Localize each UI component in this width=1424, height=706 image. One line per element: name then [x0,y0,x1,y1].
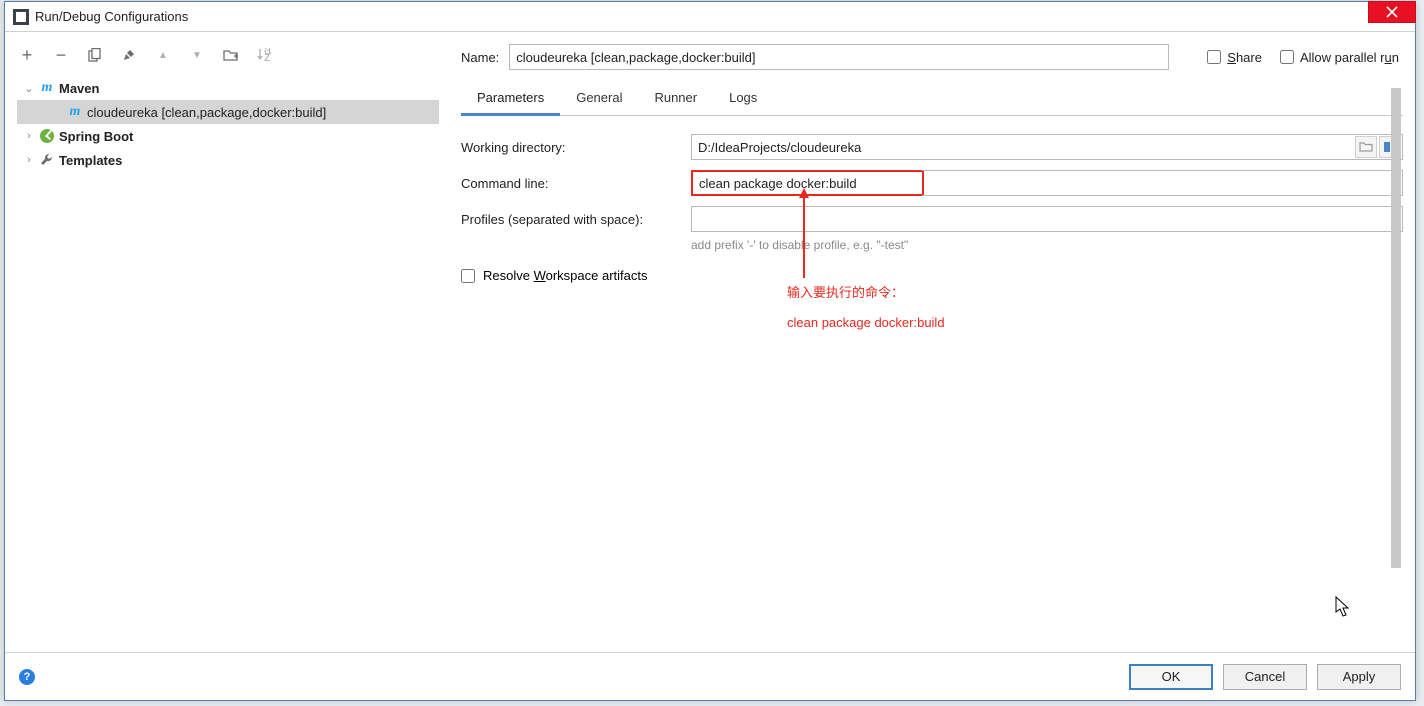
config-detail-pane: Name: Share Allow parallel run Parameter… [439,40,1403,652]
command-line-input[interactable] [691,170,924,196]
profiles-hint: add prefix '-' to disable profile, e.g. … [691,238,1403,252]
share-checkbox[interactable]: Share [1207,50,1262,65]
expand-icon[interactable]: ⌄ [23,82,35,95]
tab-logs[interactable]: Logs [713,82,773,115]
scrollbar-thumb[interactable] [1391,88,1401,568]
tree-node-maven-child[interactable]: m cloudeureka [clean,package,docker:buil… [17,100,439,124]
move-up-icon[interactable]: ▲ [155,47,171,63]
allow-parallel-label: Allow parallel run [1300,50,1399,65]
resolve-workspace-checkbox-input[interactable] [461,269,475,283]
share-label: Share [1227,50,1262,65]
profiles-input[interactable] [691,206,1403,232]
window-title: Run/Debug Configurations [35,9,1368,24]
maven-icon: m [67,104,83,120]
working-directory-input[interactable] [691,134,1403,160]
tree-node-spring-boot[interactable]: › Spring Boot [17,124,439,148]
profiles-label: Profiles (separated with space): [461,212,691,227]
svg-text:z: z [264,49,271,62]
tree-label: cloudeureka [clean,package,docker:build] [87,105,326,120]
help-icon[interactable]: ? [19,669,35,685]
annotation-text: 输入要执行的命令： clean package docker:build [787,278,945,338]
dialog-window: Run/Debug Configurations + − ▲ ▼ [4,1,1416,701]
sidebar-toolbar: + − ▲ ▼ az [17,40,439,74]
browse-folder-icon[interactable] [1355,136,1377,158]
expand-icon[interactable]: › [23,154,35,166]
tab-runner[interactable]: Runner [638,82,713,115]
scrollbar[interactable] [1391,88,1401,568]
tree-label: Templates [59,153,122,168]
annotation-line2: clean package docker:build [787,308,945,338]
tree-node-templates[interactable]: › Templates [17,148,439,172]
expand-icon[interactable]: › [23,130,35,142]
move-down-icon[interactable]: ▼ [189,47,205,63]
copy-config-icon[interactable] [87,47,103,63]
command-line-label: Command line: [461,176,691,191]
titlebar: Run/Debug Configurations [5,2,1415,32]
tree-label: Maven [59,81,99,96]
window-close-button[interactable] [1368,1,1416,23]
apply-button[interactable]: Apply [1317,664,1401,690]
cancel-button[interactable]: Cancel [1223,664,1307,690]
mouse-cursor-icon [1335,596,1353,618]
working-directory-label: Working directory: [461,140,691,155]
remove-config-icon[interactable]: − [53,47,69,63]
tree-node-maven[interactable]: ⌄ m Maven [17,76,439,100]
tab-parameters[interactable]: Parameters [461,82,560,115]
config-tree: ⌄ m Maven m cloudeureka [clean,package,d… [17,74,439,652]
app-icon [13,9,29,25]
add-config-icon[interactable]: + [19,47,35,63]
wrench-icon [39,152,55,168]
configurations-sidebar: + − ▲ ▼ az ⌄ m [17,40,439,652]
tab-general[interactable]: General [560,82,638,115]
allow-parallel-checkbox-input[interactable] [1280,50,1294,64]
share-checkbox-input[interactable] [1207,50,1221,64]
ok-button[interactable]: OK [1129,664,1213,690]
folder-icon[interactable] [223,47,239,63]
edit-defaults-icon[interactable] [121,47,137,63]
tabs: Parameters General Runner Logs [461,80,1403,116]
name-label: Name: [461,50,499,65]
resolve-workspace-label: Resolve Workspace artifacts [483,268,648,283]
allow-parallel-checkbox[interactable]: Allow parallel run [1280,50,1399,65]
name-input[interactable] [509,44,1169,70]
dialog-footer: ? OK Cancel Apply [5,652,1415,700]
resolve-workspace-checkbox[interactable]: Resolve Workspace artifacts [461,268,1403,283]
tree-label: Spring Boot [59,129,133,144]
sort-icon[interactable]: az [257,47,273,63]
maven-icon: m [39,80,55,96]
spring-boot-icon [39,128,55,144]
